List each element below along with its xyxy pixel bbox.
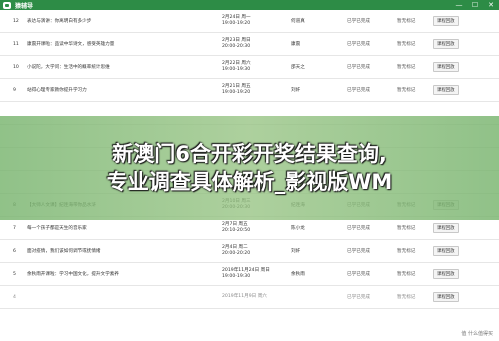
table-row: 9 站得心理专家教你提升学习力 2月21日 周五 19:00-19:20 刘奸 …	[0, 79, 499, 102]
banner-line-1: 新澳门6合开彩开奖结果查询,	[112, 142, 387, 166]
course-time: 2019年11月9日 周六	[222, 286, 267, 308]
watermark-text: 值 什么值得买	[461, 331, 493, 337]
title-bar: 猿辅导 — ☐ ✕	[0, 0, 499, 10]
study-status: 已学已完成	[347, 19, 370, 24]
row-number: 4	[13, 294, 16, 300]
table-row: 12 表达与演讲：你离明白有多少步 2月24日 周一 19:00-19:20 何…	[0, 10, 499, 33]
course-hours: 19:00-19:20	[222, 21, 251, 26]
close-button[interactable]: ✕	[483, 0, 499, 10]
teacher-name: 康震	[291, 42, 301, 47]
course-time: 2019年11月24日 周日 19:00-19:30	[222, 263, 270, 285]
table-row: 4 2019年11月9日 周六 已学已完成 暂无标记 课程回放	[0, 286, 499, 309]
course-title: 站得心理专家教你提升学习力	[27, 88, 87, 93]
note-status: 暂无标记	[397, 42, 416, 47]
course-hours: 20:00-20:30	[222, 44, 251, 49]
course-time: 2月21日 周五 19:00-19:20	[222, 79, 267, 101]
row-number: 6	[13, 248, 16, 254]
study-status: 已学已完成	[347, 295, 370, 300]
row-number: 10	[13, 64, 19, 70]
study-status: 已学已完成	[347, 226, 370, 231]
note-status: 暂无标记	[397, 65, 416, 70]
course-time: 2月7日 周五 20:10-20:50	[222, 217, 267, 239]
teacher-name: 刘奸	[291, 88, 301, 93]
app-logo-icon	[3, 1, 11, 9]
course-title: 面对疫情，我们该如何调节或抚情绪	[27, 249, 101, 254]
study-status: 已学已完成	[347, 272, 370, 277]
window-controls: — ☐ ✕	[451, 0, 499, 10]
course-title	[27, 286, 217, 308]
row-number: 12	[13, 18, 19, 24]
course-hours: 20:00-20:20	[222, 251, 251, 256]
course-hours: 19:00-19:30	[222, 274, 251, 279]
course-time: 2月4日 周二 20:00-20:20	[222, 240, 267, 262]
study-status: 已学已完成	[347, 65, 370, 70]
table-row: 5 余秋雨开课啦：学习中国文化，提升文学素养 2019年11月24日 周日 19…	[0, 263, 499, 286]
table-row: 7 每一个孩子都是天生的音乐家 2月7日 周五 20:10-20:50 陈小龙 …	[0, 217, 499, 240]
teacher-name: 刘奸	[291, 249, 301, 254]
site-watermark: 值 什么值得买	[461, 330, 493, 337]
teacher-name: 邵天之	[291, 65, 305, 70]
app-title: 猿辅导	[15, 2, 34, 10]
teacher-name: 余秋雨	[291, 272, 305, 277]
course-title: 每一个孩子都是天生的音乐家	[27, 226, 87, 231]
note-status: 暂无标记	[397, 249, 416, 254]
overlay-banner: 新澳门6合开彩开奖结果查询, 专业调查具体解析_影视版WM	[0, 116, 499, 220]
teacher-name	[291, 286, 331, 308]
study-status: 已学已完成	[347, 42, 370, 47]
playback-button[interactable]: 课程回放	[433, 62, 459, 72]
playback-button[interactable]: 课程回放	[433, 16, 459, 26]
teacher-name: 陈小龙	[291, 226, 305, 231]
playback-button[interactable]: 课程回放	[433, 39, 459, 49]
banner-line-2: 专业调查具体解析_影视版WM	[106, 170, 393, 194]
course-title: 余秋雨开课啦：学习中国文化，提升文学素养	[27, 272, 119, 277]
course-title: 康震开课啦：品读中华诗文，感受英雄力量	[27, 42, 115, 47]
table-row: 10 小说陀，大学问：生活中的概率统计思维 2月22日 周六 19:00-19:…	[0, 56, 499, 79]
course-time: 2月22日 周六 19:00-19:30	[222, 56, 267, 78]
playback-button[interactable]: 课程回放	[433, 223, 459, 233]
note-status: 暂无标记	[397, 226, 416, 231]
table-row: 11 康震开课啦：品读中华诗文，感受英雄力量 2月23日 周日 20:00-20…	[0, 33, 499, 56]
table-row: 6 面对疫情，我们该如何调节或抚情绪 2月4日 周二 20:00-20:20 刘…	[0, 240, 499, 263]
course-date: 2019年11月9日 周六	[222, 294, 267, 299]
course-time: 2月24日 周一 19:00-19:20	[222, 10, 267, 32]
note-status: 暂无标记	[397, 19, 416, 24]
playback-button[interactable]: 课程回放	[433, 292, 459, 302]
course-hours: 19:00-19:30	[222, 67, 251, 72]
study-status: 已学已完成	[347, 88, 370, 93]
minimize-button[interactable]: —	[451, 0, 467, 10]
playback-button[interactable]: 课程回放	[433, 269, 459, 279]
course-title: 小说陀，大学问：生活中的概率统计思维	[27, 65, 110, 70]
course-hours: 20:10-20:50	[222, 228, 251, 233]
playback-button[interactable]: 课程回放	[433, 85, 459, 95]
study-status: 已学已完成	[347, 249, 370, 254]
note-status: 暂无标记	[397, 272, 416, 277]
course-title: 表达与演讲：你离明白有多少步	[27, 19, 92, 24]
note-status: 暂无标记	[397, 295, 416, 300]
maximize-button[interactable]: ☐	[467, 0, 483, 10]
row-number: 5	[13, 271, 16, 277]
course-hours: 19:00-19:20	[222, 90, 251, 95]
row-number: 7	[13, 225, 16, 231]
course-time: 2月23日 周日 20:00-20:30	[222, 33, 267, 55]
note-status: 暂无标记	[397, 88, 416, 93]
row-number: 11	[13, 41, 19, 47]
playback-button[interactable]: 课程回放	[433, 246, 459, 256]
teacher-name: 何道真	[291, 19, 305, 24]
row-number: 9	[13, 87, 16, 93]
